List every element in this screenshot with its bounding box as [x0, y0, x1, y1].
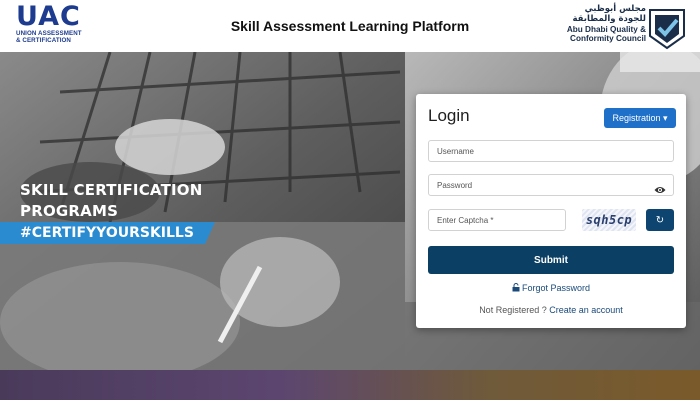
chevron-down-icon: ▾: [663, 112, 668, 123]
qcc-logo[interactable]: مجلس أبوظبي للجودة والمطابقة Abu Dhabi Q…: [550, 4, 686, 50]
forgot-password-label: Forgot Password: [521, 283, 591, 293]
qcc-arabic-line1: مجلس أبوظبي: [584, 4, 646, 14]
username-input[interactable]: [428, 140, 674, 162]
qcc-logo-arabic: مجلس أبوظبي للجودة والمطابقة: [550, 4, 646, 24]
login-title: Login: [428, 106, 470, 125]
uac-logo-line2: & CERTIFICATION: [16, 37, 72, 44]
qcc-arabic-line2: للجودة والمطابقة: [572, 14, 646, 24]
refresh-captcha-button[interactable]: ↻: [646, 209, 674, 231]
hero-caption: SKILL CERTIFICATION PROGRAMS: [20, 180, 220, 222]
forgot-password-row: Forgot Password: [416, 283, 686, 293]
hero-caption-line2: PROGRAMS: [20, 202, 119, 220]
forgot-password-link[interactable]: Forgot Password: [512, 283, 590, 293]
site-header: UAC UNION ASSESSMENT & CERTIFICATION Ski…: [0, 0, 700, 52]
captcha-input[interactable]: [428, 209, 566, 231]
password-input[interactable]: [428, 174, 674, 196]
lock-icon: [512, 283, 520, 292]
login-card: Login Registration ▾ sqh5cp ↻ Submit For…: [416, 94, 686, 328]
qcc-english-line2: Conformity Council: [570, 34, 646, 43]
qcc-english-line1: Abu Dhabi Quality &: [566, 25, 646, 34]
refresh-icon: ↻: [655, 214, 665, 226]
hashtag-text: #CERTIFYYOURSKILLS: [20, 225, 194, 241]
registration-label: Registration: [612, 112, 661, 123]
not-registered-text: Not Registered ?: [479, 305, 547, 315]
registration-dropdown-button[interactable]: Registration ▾: [604, 108, 676, 128]
submit-button[interactable]: Submit: [428, 246, 674, 274]
qcc-logo-english: Abu Dhabi Quality & Conformity Council: [550, 25, 646, 43]
hero-caption-line1: SKILL CERTIFICATION: [20, 181, 203, 199]
footer-banner-strip: [0, 370, 700, 400]
create-account-link[interactable]: Create an account: [549, 305, 623, 315]
register-prompt: Not Registered ? Create an account: [416, 305, 686, 315]
captcha-image: sqh5cp: [582, 209, 636, 231]
eye-icon[interactable]: [654, 185, 666, 195]
qcc-check-icon: [649, 9, 685, 50]
